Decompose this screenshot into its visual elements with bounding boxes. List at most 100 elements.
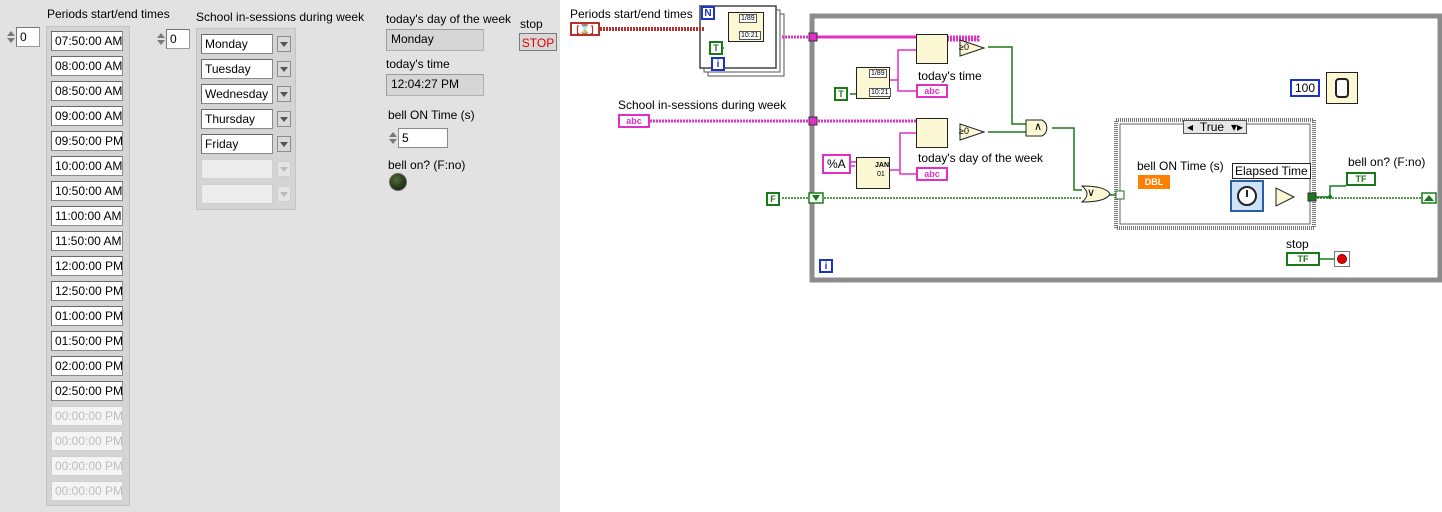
bell-on-time-control[interactable]: 5: [388, 128, 448, 148]
period-time-cell-empty[interactable]: 00:00:00 PM: [51, 406, 123, 426]
time-label: today's time: [386, 57, 450, 71]
bd-todays-time-indicator[interactable]: abc: [916, 84, 948, 98]
dropdown-arrow-icon[interactable]: [277, 36, 291, 52]
period-time-cell[interactable]: 01:00:00 PM: [51, 306, 123, 326]
periods-index-control[interactable]: 0: [6, 27, 40, 47]
session-day-combo-empty[interactable]: [201, 159, 293, 179]
periods-index-value[interactable]: 0: [16, 27, 40, 47]
session-day-value[interactable]: Friday: [201, 134, 273, 154]
dropdown-arrow-icon[interactable]: [277, 111, 291, 127]
time-date-tag: 1/89: [869, 69, 887, 78]
loop-condition-terminal[interactable]: [1334, 251, 1350, 267]
period-time-cell[interactable]: 11:50:00 AM: [51, 231, 123, 251]
period-time-cell[interactable]: 12:00:00 PM: [51, 256, 123, 276]
while-loop-iteration-terminal: i: [819, 259, 833, 273]
elapsed-time-express-vi[interactable]: [1230, 180, 1264, 212]
session-day-value-empty[interactable]: [201, 184, 273, 204]
and-gate-symbol: ∧: [1034, 121, 1043, 133]
case-next-icon[interactable]: ▾▸: [1231, 120, 1243, 134]
session-day-value[interactable]: Thursday: [201, 109, 273, 129]
wait-ms-constant[interactable]: 100: [1290, 79, 1320, 97]
period-time-cell[interactable]: 01:50:00 PM: [51, 331, 123, 351]
stop-button[interactable]: STOP: [519, 33, 557, 51]
wait-ms-node[interactable]: [1326, 72, 1358, 104]
search-day-array-node[interactable]: [916, 118, 948, 148]
bd-bell-on-label: bell on? (F:no): [1348, 155, 1426, 169]
bd-periods-terminal[interactable]: [⌛]: [570, 22, 600, 36]
session-day-combo[interactable]: Monday: [201, 34, 293, 54]
period-time-cell-empty[interactable]: 00:00:00 PM: [51, 481, 123, 501]
period-time-cell[interactable]: 11:00:00 AM: [51, 206, 123, 226]
search-time-array-node[interactable]: [916, 34, 948, 64]
bd-todays-day-indicator[interactable]: abc: [916, 167, 948, 181]
bd-periods-label: Periods start/end times: [570, 7, 693, 21]
bd-bell-on-time-terminal[interactable]: DBL: [1138, 175, 1170, 189]
period-time-cell-empty[interactable]: 00:00:00 PM: [51, 431, 123, 451]
period-time-cell[interactable]: 08:50:00 AM: [51, 81, 123, 101]
format-time-node[interactable]: 1/89 10:21: [856, 67, 891, 99]
case-selector[interactable]: ◂ True ▾▸: [1183, 120, 1247, 134]
session-day-value[interactable]: Tuesday: [201, 59, 273, 79]
period-time-cell-empty[interactable]: 00:00:00 PM: [51, 456, 123, 476]
session-day-value[interactable]: Wednesday: [201, 84, 273, 104]
dropdown-arrow-icon[interactable]: [277, 136, 291, 152]
or-gate-symbol: ∨: [1087, 187, 1096, 199]
bd-bell-on-time-label: bell ON Time (s): [1137, 159, 1224, 173]
session-day-combo[interactable]: Tuesday: [201, 59, 293, 79]
session-day-combo[interactable]: Thursday: [201, 109, 293, 129]
for-loop-true-constant[interactable]: T: [709, 41, 723, 55]
bd-sessions-terminal[interactable]: abc: [618, 114, 650, 128]
bell-on-time-spinner[interactable]: [388, 128, 398, 148]
bd-bell-on-terminal[interactable]: TF: [1346, 172, 1376, 186]
bd-sessions-label: School in-sessions during week: [618, 98, 787, 112]
time-true-constant[interactable]: T: [834, 87, 848, 101]
time-indicator: 12:04:27 PM: [386, 74, 484, 96]
for-loop-count-terminal[interactable]: N: [701, 6, 715, 20]
front-panel: Periods start/end times 0 07:50:00 AM 08:…: [0, 0, 560, 512]
stop-sign-icon: [1337, 254, 1347, 264]
period-time-cell[interactable]: 12:50:00 PM: [51, 281, 123, 301]
period-time-cell[interactable]: 02:00:00 PM: [51, 356, 123, 376]
sessions-index-control[interactable]: 0: [156, 29, 190, 49]
session-day-combo-empty[interactable]: [201, 184, 293, 204]
period-time-cell[interactable]: 02:50:00 PM: [51, 381, 123, 401]
bell-on-label: bell on? (F:no): [388, 158, 466, 172]
case-prev-icon[interactable]: ◂: [1187, 120, 1193, 134]
session-day-combo[interactable]: Wednesday: [201, 84, 293, 104]
false-constant[interactable]: F: [766, 192, 780, 206]
periods-index-spinner[interactable]: [6, 27, 16, 47]
bd-todays-time-label: today's time: [918, 69, 982, 83]
sessions-index-value[interactable]: 0: [166, 29, 190, 49]
format-date-node[interactable]: JAN 01: [856, 157, 890, 189]
period-time-cell[interactable]: 10:50:00 AM: [51, 181, 123, 201]
period-time-cell[interactable]: 08:00:00 AM: [51, 56, 123, 76]
session-day-value[interactable]: Monday: [201, 34, 273, 54]
compare-zero-1-label: ≥0: [959, 42, 969, 52]
date-day-tag: 01: [877, 171, 885, 178]
block-diagram: Periods start/end times [⌛] N 1/89 10:21…: [560, 0, 1442, 512]
session-day-value-empty[interactable]: [201, 159, 273, 179]
for-time-tag: 10:21: [739, 31, 761, 40]
period-time-cell[interactable]: 10:00:00 AM: [51, 156, 123, 176]
for-date-tag: 1/89: [739, 14, 757, 23]
day-of-week-label: today's day of the week: [386, 12, 512, 26]
sessions-index-spinner[interactable]: [156, 29, 166, 49]
format-string-constant[interactable]: %A: [822, 154, 851, 174]
period-time-cell[interactable]: 09:00:00 AM: [51, 106, 123, 126]
dropdown-arrow-icon[interactable]: [277, 61, 291, 77]
dropdown-arrow-icon[interactable]: [277, 86, 291, 102]
period-time-cell[interactable]: 07:50:00 AM: [51, 31, 123, 51]
periods-array: 07:50:00 AM 08:00:00 AM 08:50:00 AM 09:00:0…: [46, 26, 130, 506]
for-loop-compare-node[interactable]: 1/89 10:21: [728, 12, 764, 42]
bell-on-time-value[interactable]: 5: [398, 128, 448, 148]
bell-on-led: [389, 173, 407, 191]
sessions-label: School in-sessions during week: [196, 10, 365, 24]
bd-stop-label: stop: [1286, 237, 1309, 251]
dropdown-arrow-icon[interactable]: [277, 161, 291, 177]
dropdown-arrow-icon[interactable]: [277, 186, 291, 202]
bd-stop-terminal[interactable]: TF: [1286, 252, 1320, 266]
periods-label: Periods start/end times: [47, 7, 170, 21]
period-time-cell[interactable]: 09:50:00 PM: [51, 131, 123, 151]
session-day-combo[interactable]: Friday: [201, 134, 293, 154]
day-of-week-indicator: Monday: [386, 29, 484, 51]
